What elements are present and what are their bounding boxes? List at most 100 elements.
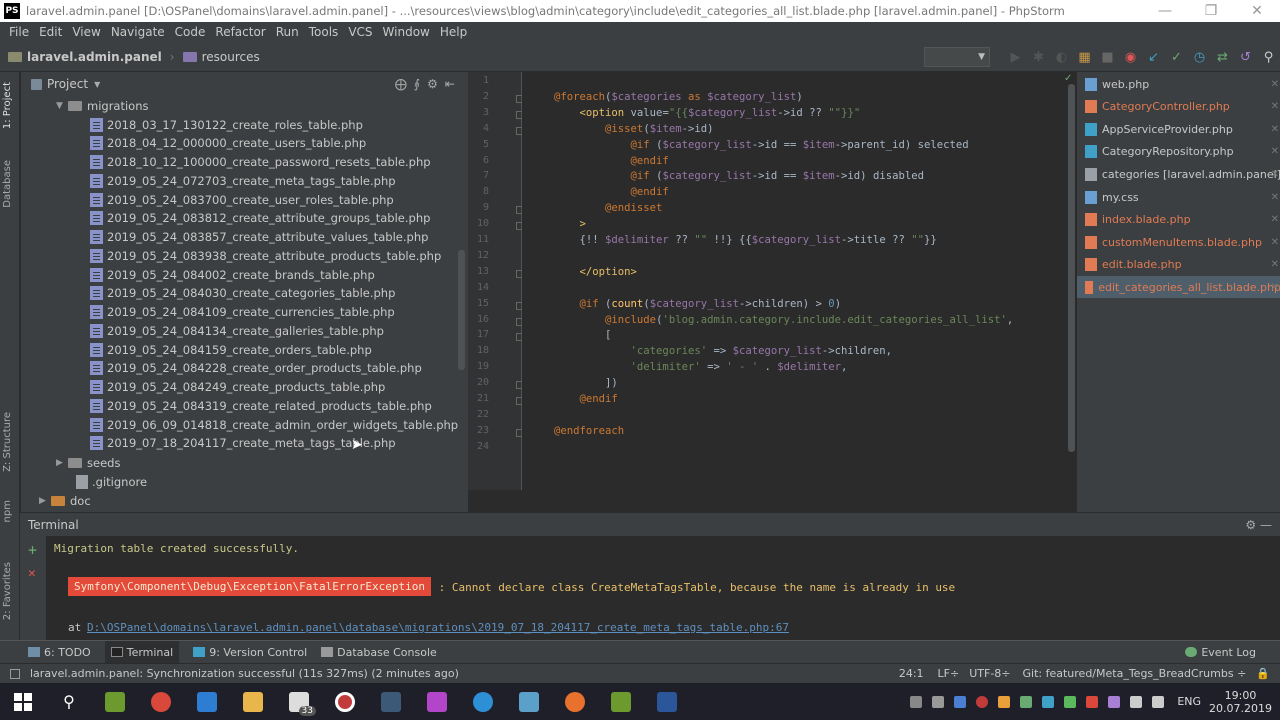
tray-icon[interactable] bbox=[1086, 695, 1099, 708]
chevron-down-icon[interactable]: ▼ bbox=[94, 80, 100, 89]
close-terminal-icon[interactable]: ✕ bbox=[28, 566, 36, 581]
tree-file[interactable]: 2019_05_24_084134_create_galleries_table… bbox=[90, 321, 384, 340]
close-tab-icon[interactable]: ✕ bbox=[1271, 192, 1279, 203]
tree-file[interactable]: 2018_03_17_130122_create_roles_table.php bbox=[90, 115, 363, 134]
breadcrumb-folder[interactable]: resources bbox=[202, 50, 260, 64]
todo-tab[interactable]: 6: TODO bbox=[28, 646, 91, 659]
tree-file[interactable]: 2019_05_24_084030_create_categories_tabl… bbox=[90, 284, 395, 303]
caret-position[interactable]: 24:1 bbox=[899, 667, 924, 680]
structure-tool-tab[interactable]: Z: Structure bbox=[2, 412, 13, 472]
tray-icon[interactable] bbox=[1064, 695, 1077, 708]
tree-file[interactable]: 2019_05_24_084249_create_products_table.… bbox=[90, 378, 385, 397]
tree-folder-doc[interactable]: ▶ doc bbox=[39, 491, 91, 510]
editor-tab[interactable]: edit_categories_all_list.blade.php ✕ bbox=[1077, 276, 1280, 299]
tree-file[interactable]: 2018_04_12_000000_create_users_table.php bbox=[90, 134, 366, 153]
editor-tab[interactable]: my.css ✕ bbox=[1077, 186, 1280, 208]
tray-icon[interactable] bbox=[910, 695, 923, 708]
word-icon[interactable] bbox=[644, 683, 690, 720]
tree-file[interactable]: 2018_10_12_100000_create_password_resets… bbox=[90, 153, 431, 172]
close-tab-icon[interactable]: ✕ bbox=[1271, 101, 1279, 112]
tree-file[interactable]: 2019_05_24_072703_create_meta_tags_table… bbox=[90, 171, 396, 190]
menu-item-run[interactable]: Run bbox=[271, 25, 304, 39]
tray-icon[interactable] bbox=[998, 695, 1011, 708]
tree-file[interactable]: 2019_07_18_204117_create_meta_tags_table… bbox=[90, 434, 396, 453]
menu-item-help[interactable]: Help bbox=[435, 25, 472, 39]
chrome-icon[interactable] bbox=[138, 683, 184, 720]
editor-tab[interactable]: CategoryController.php ✕ bbox=[1077, 96, 1280, 118]
lambda-app-2-icon[interactable] bbox=[598, 683, 644, 720]
terminal-tab[interactable]: Terminal bbox=[104, 640, 180, 664]
store-icon[interactable] bbox=[184, 683, 230, 720]
close-tab-icon[interactable]: ✕ bbox=[1271, 146, 1279, 157]
tray-icon[interactable] bbox=[1042, 695, 1055, 708]
close-tab-icon[interactable]: ✕ bbox=[1271, 79, 1279, 90]
stop-icon[interactable]: ■ bbox=[1096, 50, 1119, 65]
tree-file[interactable]: 2019_05_24_084228_create_order_products_… bbox=[90, 359, 422, 378]
mail-icon[interactable]: 33 bbox=[276, 683, 322, 720]
close-tab-icon[interactable]: ✕ bbox=[1271, 169, 1279, 180]
chevron-right-icon[interactable]: ▶ bbox=[56, 458, 68, 468]
vcs-update-icon[interactable]: ↙ bbox=[1142, 50, 1165, 65]
close-tab-icon[interactable]: ✕ bbox=[1271, 282, 1279, 293]
editor-tab[interactable]: CategoryRepository.php ✕ bbox=[1077, 141, 1280, 163]
tree-folder-migrations[interactable]: ▼ migrations bbox=[56, 96, 149, 115]
lambda-app-icon[interactable] bbox=[92, 683, 138, 720]
chevron-right-icon[interactable]: ▶ bbox=[39, 496, 51, 506]
run-icon[interactable]: ▶ bbox=[1004, 50, 1027, 65]
menu-item-refactor[interactable]: Refactor bbox=[210, 25, 270, 39]
project-tool-tab[interactable]: 1: Project bbox=[2, 82, 13, 129]
tree-file[interactable]: 2019_06_09_014818_create_admin_order_wid… bbox=[90, 415, 458, 434]
status-message[interactable]: laravel.admin.panel: Synchronization suc… bbox=[30, 667, 459, 680]
media-icon[interactable] bbox=[552, 683, 598, 720]
vcs-history-icon[interactable]: ◷ bbox=[1188, 50, 1211, 65]
editor-tab[interactable]: edit.blade.php ✕ bbox=[1077, 254, 1280, 276]
windows-start-icon[interactable] bbox=[0, 683, 46, 720]
menu-item-navigate[interactable]: Navigate bbox=[106, 25, 170, 39]
recorder-icon[interactable] bbox=[322, 683, 368, 720]
vcs-commit-icon[interactable]: ✓ bbox=[1165, 50, 1188, 65]
wifi-icon[interactable] bbox=[1130, 695, 1143, 708]
language-indicator[interactable]: ENG bbox=[1177, 695, 1201, 708]
close-tab-icon[interactable]: ✕ bbox=[1271, 237, 1279, 248]
tree-file-gitignore[interactable]: .gitignore bbox=[76, 472, 147, 491]
minimize-button[interactable]: — bbox=[1142, 3, 1188, 19]
menu-item-code[interactable]: Code bbox=[170, 25, 211, 39]
app-icon[interactable] bbox=[460, 683, 506, 720]
menu-item-window[interactable]: Window bbox=[378, 25, 435, 39]
search-everywhere-icon[interactable]: ⚲ bbox=[1257, 50, 1280, 65]
tray-icon[interactable] bbox=[932, 695, 945, 708]
menu-item-tools[interactable]: Tools bbox=[304, 25, 344, 39]
menu-item-edit[interactable]: Edit bbox=[34, 25, 67, 39]
close-tab-icon[interactable]: ✕ bbox=[1271, 124, 1279, 135]
editor-tab[interactable]: AppServiceProvider.php ✕ bbox=[1077, 118, 1280, 140]
terminal-file-link[interactable]: D:\OSPanel\domains\laravel.admin.panel\d… bbox=[87, 621, 789, 634]
status-toggle-icon[interactable] bbox=[10, 668, 20, 679]
npm-tool-tab[interactable]: npm bbox=[2, 500, 13, 522]
editor-scrollbar[interactable] bbox=[1068, 84, 1075, 452]
editor-tab[interactable]: categories [laravel.admin.panel] ✕ bbox=[1077, 163, 1280, 185]
git-branch[interactable]: Git: featured/Meta_Tegs_BreadCrumbs ÷ bbox=[1023, 667, 1247, 680]
file-explorer-icon[interactable] bbox=[230, 683, 276, 720]
project-panel-title[interactable]: Project bbox=[47, 77, 88, 91]
line-separator[interactable]: LF÷ bbox=[938, 667, 960, 680]
tree-folder-seeds[interactable]: ▶ seeds bbox=[56, 453, 120, 472]
listen-debug-icon[interactable]: ◉ bbox=[1119, 50, 1142, 65]
add-terminal-icon[interactable]: + bbox=[28, 541, 37, 559]
search-icon[interactable]: ⚲ bbox=[46, 683, 92, 720]
build-icon[interactable]: ▦ bbox=[1073, 50, 1096, 65]
editor-tab[interactable]: customMenuItems.blade.php ✕ bbox=[1077, 231, 1280, 253]
lock-icon[interactable]: 🔒 bbox=[1256, 667, 1270, 680]
revert-icon[interactable]: ↺ bbox=[1234, 50, 1257, 65]
volume-icon[interactable] bbox=[1152, 695, 1165, 708]
tree-file[interactable]: 2019_05_24_084159_create_orders_table.ph… bbox=[90, 340, 372, 359]
close-tab-icon[interactable]: ✕ bbox=[1271, 214, 1279, 225]
close-button[interactable]: ✕ bbox=[1234, 3, 1280, 19]
clock[interactable]: 19:00 20.07.2019 bbox=[1209, 689, 1272, 715]
project-panel-tools[interactable]: ⨁⨙⚙⇤ bbox=[395, 77, 462, 91]
bluetooth-icon[interactable] bbox=[954, 695, 967, 708]
version-control-tab[interactable]: 9: Version Control bbox=[193, 646, 307, 659]
breadcrumb-project[interactable]: laravel.admin.panel bbox=[27, 50, 162, 64]
vcs-compare-icon[interactable]: ⇄ bbox=[1211, 50, 1234, 65]
close-tab-icon[interactable]: ✕ bbox=[1271, 259, 1279, 270]
tree-file[interactable]: 2019_05_24_084002_create_brands_table.ph… bbox=[90, 265, 375, 284]
